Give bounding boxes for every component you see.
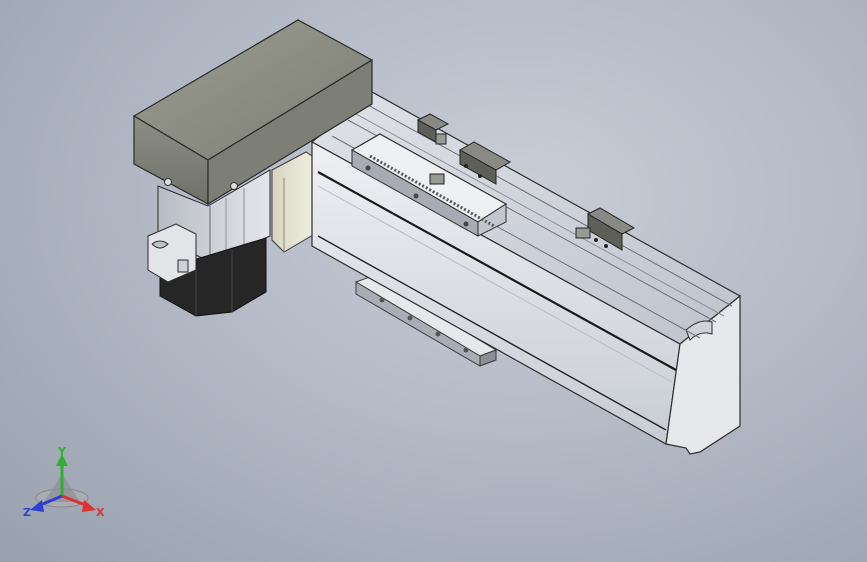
y-axis-label: Y bbox=[57, 445, 67, 458]
cad-model[interactable] bbox=[0, 0, 867, 562]
orientation-triad[interactable]: Y X Z bbox=[22, 444, 108, 530]
z-axis-label: Z bbox=[23, 506, 31, 519]
cad-viewport[interactable]: Y X Z bbox=[0, 0, 867, 562]
coupling-housing[interactable] bbox=[271, 151, 319, 253]
x-axis-label: X bbox=[96, 506, 105, 519]
triad-axes: Y X Z bbox=[23, 445, 105, 519]
